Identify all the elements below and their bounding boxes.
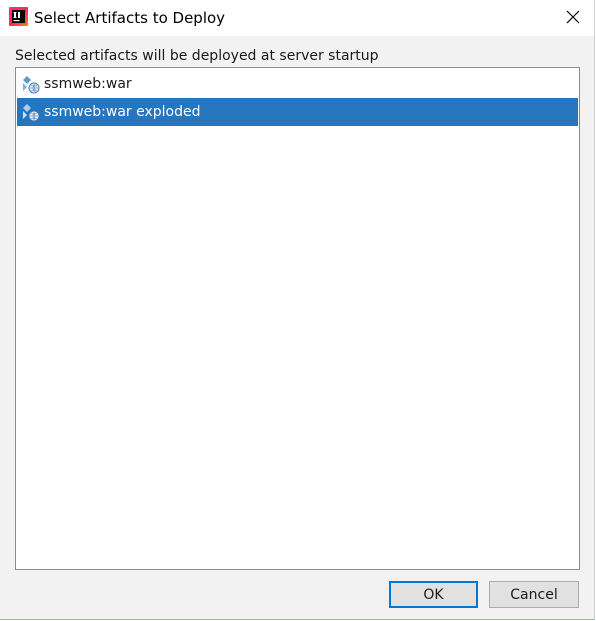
artifacts-list[interactable]: ssmweb:war ssmweb:war exploded <box>15 67 580 570</box>
cancel-button[interactable]: Cancel <box>489 581 579 608</box>
list-item-ssmweb-war[interactable]: ssmweb:war <box>17 70 578 98</box>
close-icon <box>566 10 580 24</box>
list-item-ssmweb-war-exploded[interactable]: ssmweb:war exploded <box>17 98 578 126</box>
artifact-label: ssmweb:war <box>44 76 132 92</box>
window-title: Select Artifacts to Deploy <box>34 9 226 27</box>
title-bar: Select Artifacts to Deploy <box>0 0 594 36</box>
select-artifacts-dialog: Select Artifacts to Deploy Selected arti… <box>0 0 595 620</box>
artifact-war-icon <box>23 76 40 94</box>
ok-button[interactable]: OK <box>389 581 478 608</box>
dialog-caption: Selected artifacts will be deployed at s… <box>15 48 379 64</box>
intellij-idea-app-icon <box>9 7 28 26</box>
artifact-war-exploded-icon <box>23 104 40 122</box>
close-button[interactable] <box>552 0 594 34</box>
artifact-label: ssmweb:war exploded <box>44 104 201 120</box>
